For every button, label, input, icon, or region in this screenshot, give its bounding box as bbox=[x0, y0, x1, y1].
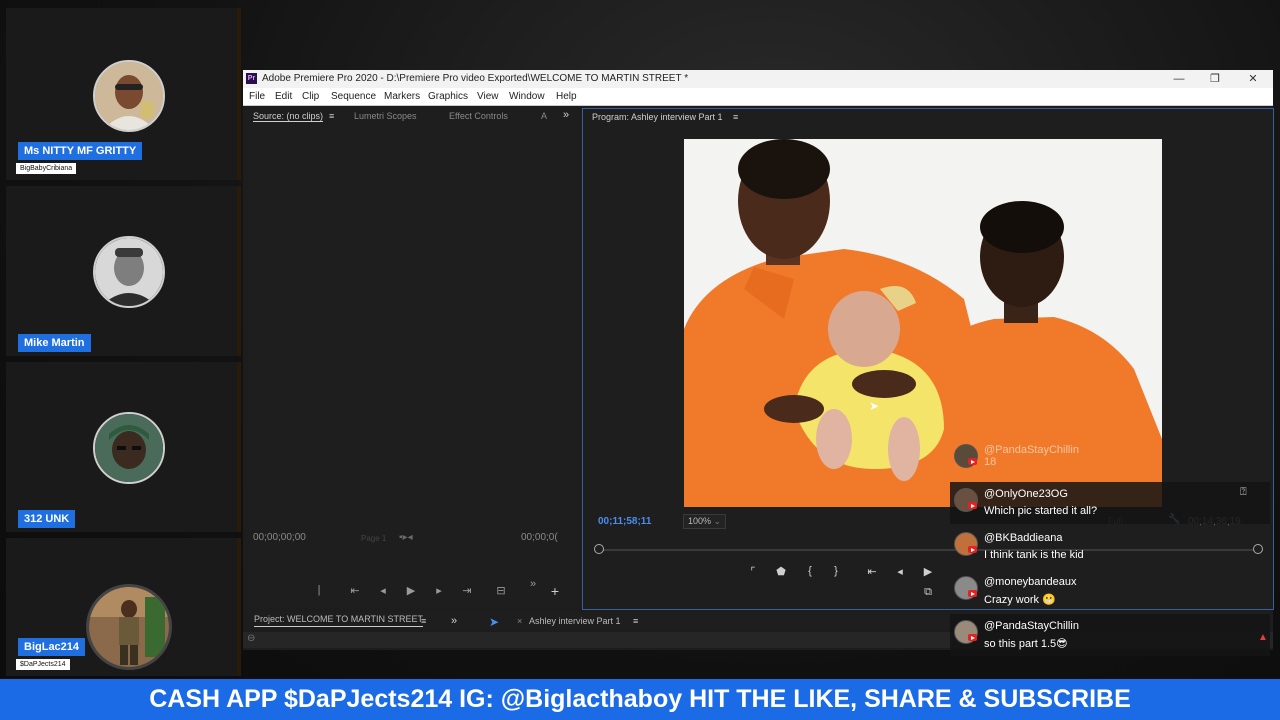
participant-subtitle: BigBabyCribiana bbox=[16, 163, 77, 174]
menu-view[interactable]: View bbox=[477, 88, 499, 105]
project-menu-icon[interactable]: ≡ bbox=[421, 612, 426, 630]
window-titlebar: Pr Adobe Premiere Pro 2020 - D:\Premiere… bbox=[243, 70, 1273, 88]
minimize-button[interactable]: — bbox=[1164, 70, 1194, 88]
add-button-icon[interactable]: + bbox=[547, 583, 563, 599]
compare-view-icon[interactable]: ⧉ bbox=[920, 586, 936, 599]
chat-message: @moneybandeaux Crazy work 😬 bbox=[950, 570, 1270, 610]
menu-clip[interactable]: Clip bbox=[302, 88, 319, 105]
avatar bbox=[93, 236, 165, 308]
mouse-cursor-icon: ➤ bbox=[869, 399, 880, 413]
menu-graphics[interactable]: Graphics bbox=[428, 88, 468, 105]
program-title: Program: Ashley interview Part 1 bbox=[592, 112, 723, 122]
panel-overflow-icon[interactable]: » bbox=[451, 612, 457, 630]
program-timecode: 00;11;58;11 bbox=[598, 516, 652, 527]
menu-edit[interactable]: Edit bbox=[275, 88, 292, 105]
close-button[interactable]: ✕ bbox=[1238, 70, 1268, 88]
participant-name: Ms NITTY MF GRITTY bbox=[18, 142, 143, 160]
chat-message: @OnlyOne23OG Which pic started it all? ⍰ bbox=[950, 482, 1270, 524]
menu-markers[interactable]: Markers bbox=[384, 88, 420, 105]
chat-text: Crazy work 😬 bbox=[984, 594, 1056, 606]
sequence-menu-icon[interactable]: ≡ bbox=[633, 612, 638, 630]
add-marker-icon[interactable]: ⬟ bbox=[773, 565, 789, 578]
source-timecode-in: 00;00;00;00 bbox=[253, 532, 306, 543]
avatar bbox=[86, 584, 172, 670]
play-icon[interactable]: ▶ bbox=[403, 584, 419, 597]
tab-effect-controls[interactable]: Effect Controls bbox=[449, 111, 508, 121]
link-icon[interactable]: ⊖ bbox=[247, 633, 255, 644]
youtube-icon bbox=[968, 634, 977, 641]
mark-in-icon[interactable]: | bbox=[311, 584, 327, 596]
window-title: Adobe Premiere Pro 2020 - D:\Premiere Pr… bbox=[262, 73, 689, 84]
participant-name: Mike Martin bbox=[18, 334, 91, 352]
menu-file[interactable]: File bbox=[249, 88, 265, 105]
selection-tool-icon[interactable]: ➤ bbox=[489, 613, 499, 631]
source-dropdown-icon[interactable]: ▪▸◂ bbox=[399, 532, 413, 543]
source-page-label: Page 1 bbox=[361, 534, 387, 543]
play-icon[interactable]: ▶ bbox=[920, 565, 936, 578]
program-menu-icon[interactable]: ≡ bbox=[733, 112, 738, 122]
maximize-button[interactable]: ❐ bbox=[1200, 70, 1230, 88]
chat-text: so this part 1.5😎 bbox=[984, 638, 1068, 650]
menu-help[interactable]: Help bbox=[556, 88, 577, 105]
youtube-icon bbox=[968, 502, 977, 509]
participant-tile[interactable]: 312 UNK bbox=[6, 362, 241, 532]
zoom-select[interactable]: 100% ⌄ bbox=[683, 514, 727, 529]
source-timecode-out: 00;00;0( bbox=[521, 532, 558, 543]
mark-in-icon[interactable]: ⌜ bbox=[745, 565, 761, 578]
chat-text: 18 bbox=[984, 456, 997, 468]
insert-icon[interactable]: ⊟ bbox=[493, 584, 509, 597]
avatar bbox=[93, 60, 165, 132]
participant-tile[interactable]: Ms NITTY MF GRITTY BigBabyCribiana bbox=[6, 8, 241, 180]
chat-username: @PandaStayChillin bbox=[984, 620, 1079, 632]
menu-sequence[interactable]: Sequence bbox=[331, 88, 376, 105]
tab-sequence[interactable]: Ashley interview Part 1 bbox=[529, 612, 621, 630]
go-to-out-icon[interactable]: ⇥ bbox=[459, 584, 475, 597]
chat-username: @OnlyOne23OG bbox=[984, 488, 1068, 500]
chat-message: @PandaStayChillin so this part 1.5😎 ▲ bbox=[950, 614, 1270, 656]
live-chat-overlay: @PandaStayChillin 18 @OnlyOne23OG Which … bbox=[950, 438, 1275, 658]
promo-banner: CASH APP $DaPJects214 IG: @Biglacthaboy … bbox=[0, 679, 1280, 720]
youtube-icon bbox=[968, 458, 977, 465]
zoom-value: 100% bbox=[688, 516, 712, 526]
participant-subtitle: $DaPJects214 bbox=[16, 659, 70, 670]
chat-username: @PandaStayChillin bbox=[984, 444, 1079, 456]
help-icon[interactable]: ⍰ bbox=[1240, 486, 1247, 499]
panel-overflow-icon[interactable]: » bbox=[563, 109, 569, 121]
warning-icon: ▲ bbox=[1258, 632, 1268, 643]
menu-window[interactable]: Window bbox=[509, 88, 545, 105]
participant-panel: Ms NITTY MF GRITTY BigBabyCribiana Mike … bbox=[0, 0, 244, 680]
tab-audio[interactable]: A bbox=[541, 111, 547, 121]
youtube-icon bbox=[968, 590, 977, 597]
step-forward-icon[interactable]: ▸ bbox=[431, 584, 447, 597]
source-monitor: Source: (no clips) ≡ Lumetri Scopes Effe… bbox=[249, 108, 579, 608]
participant-tile[interactable]: BigLac214 $DaPJects214 bbox=[6, 538, 241, 676]
playhead-handle[interactable] bbox=[594, 544, 604, 554]
participant-name: 312 UNK bbox=[18, 510, 76, 528]
premiere-app-icon: Pr bbox=[246, 73, 257, 84]
go-to-in-icon[interactable]: ⇤ bbox=[864, 565, 880, 578]
step-back-icon[interactable]: ◂ bbox=[892, 565, 908, 578]
chat-username: @BKBaddieana bbox=[984, 532, 1063, 544]
chat-message: @PandaStayChillin 18 bbox=[950, 438, 1270, 478]
mark-clip-icon[interactable]: } bbox=[828, 565, 844, 577]
tab-lumetri-scopes[interactable]: Lumetri Scopes bbox=[354, 111, 417, 121]
menu-bar: File Edit Clip Sequence Markers Graphics… bbox=[243, 88, 1273, 106]
youtube-icon bbox=[968, 546, 977, 553]
source-menu-icon[interactable]: ≡ bbox=[329, 111, 334, 121]
tab-project[interactable]: Project: WELCOME TO MARTIN STREET bbox=[254, 612, 424, 627]
participant-tile[interactable]: Mike Martin bbox=[6, 186, 241, 356]
chevron-down-icon: ⌄ bbox=[713, 516, 722, 526]
chat-text: Which pic started it all? bbox=[984, 505, 1098, 517]
avatar bbox=[93, 412, 165, 484]
chat-message: @BKBaddieana I think tank is the kid bbox=[950, 526, 1270, 566]
tab-source[interactable]: Source: (no clips) bbox=[253, 111, 324, 122]
button-editor-icon[interactable]: » bbox=[525, 578, 541, 590]
participant-name: BigLac214 bbox=[18, 638, 86, 656]
mark-out-icon[interactable]: { bbox=[802, 565, 818, 577]
go-to-in-icon[interactable]: ⇤ bbox=[347, 584, 363, 597]
step-back-icon[interactable]: ◂ bbox=[375, 584, 391, 597]
chat-username: @moneybandeaux bbox=[984, 576, 1077, 588]
chat-text: I think tank is the kid bbox=[984, 549, 1084, 561]
close-tab-icon[interactable]: × bbox=[517, 612, 522, 630]
